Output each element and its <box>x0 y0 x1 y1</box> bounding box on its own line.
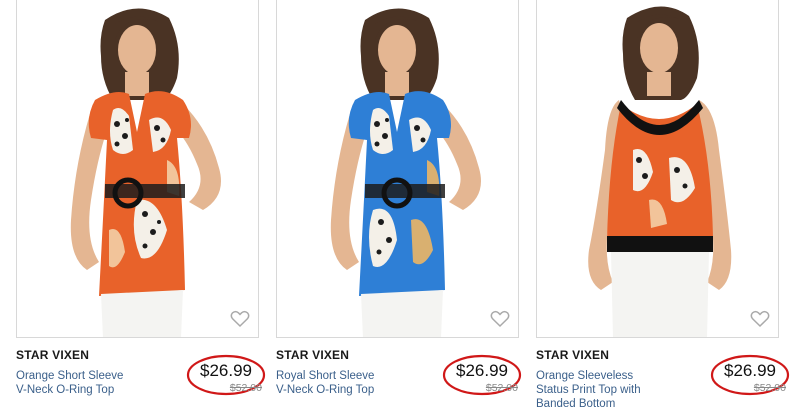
original-price: $52.00 <box>485 382 518 394</box>
product-brand: STAR VIXEN <box>536 348 610 362</box>
product-name-line: V-Neck O-Ring Top <box>16 384 115 396</box>
sale-price: $26.99 <box>724 361 776 380</box>
product-name-link[interactable]: Orange Short Sleeve V-Neck O-Ring Top <box>16 369 156 397</box>
product-grid: STAR VIXEN Orange Short Sleeve V-Neck O-… <box>0 0 791 409</box>
product-name-line: Status Print Top with <box>536 384 641 396</box>
heart-outline-icon[interactable] <box>230 310 250 328</box>
model-photo <box>70 8 221 337</box>
model-photo <box>330 8 481 337</box>
product-name-line: Royal Short Sleeve <box>276 370 375 382</box>
model-photo <box>588 6 732 337</box>
product-brand: STAR VIXEN <box>16 348 90 362</box>
product-card: STAR VIXEN Royal Short Sleeve V-Neck O-R… <box>276 0 522 409</box>
heart-outline-icon[interactable] <box>750 310 770 328</box>
product-name-link[interactable]: Royal Short Sleeve V-Neck O-Ring Top <box>276 369 416 397</box>
price-block: $26.99 $52.00 <box>442 353 522 397</box>
product-image[interactable] <box>536 0 779 338</box>
product-name-line: Banded Bottom <box>536 398 616 409</box>
original-price: $52.00 <box>229 382 262 394</box>
product-image[interactable] <box>16 0 259 338</box>
product-name-line: V-Neck O-Ring Top <box>276 384 375 396</box>
original-price: $52.00 <box>753 382 786 394</box>
product-name-link[interactable]: Orange Sleeveless Status Print Top with … <box>536 369 676 409</box>
sale-price: $26.99 <box>456 361 508 380</box>
price-block: $26.99 $52.00 <box>186 353 266 397</box>
heart-outline-icon[interactable] <box>490 310 510 328</box>
product-card: STAR VIXEN Orange Sleeveless Status Prin… <box>536 0 790 409</box>
sale-price: $26.99 <box>200 361 252 380</box>
product-card: STAR VIXEN Orange Short Sleeve V-Neck O-… <box>16 0 266 409</box>
price-block: $26.99 $52.00 <box>710 353 790 397</box>
product-name-line: Orange Sleeveless <box>536 370 634 382</box>
product-name-line: Orange Short Sleeve <box>16 370 124 382</box>
product-image[interactable] <box>276 0 519 338</box>
product-brand: STAR VIXEN <box>276 348 350 362</box>
